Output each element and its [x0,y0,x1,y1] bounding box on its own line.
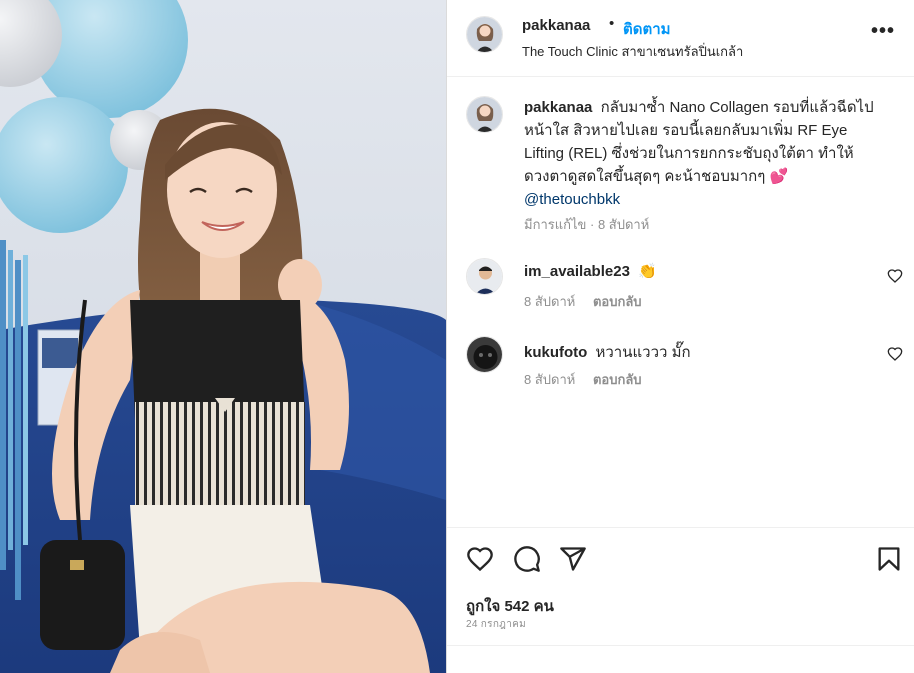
comment-meta: 8 สัปดาห์ ตอบกลับ [524,369,642,390]
author-username[interactable]: pakkanaa [522,17,590,34]
comment-text: 👏 [638,263,657,280]
comment-text: หวานแววว มั๊ก [595,344,691,361]
post-date: 24 กรกฎาคม [466,619,526,630]
reply-button[interactable]: ตอบกลับ [593,372,642,387]
caption-mention-link[interactable]: @thetouchbkk [524,191,620,208]
comment-item: kukufoto หวานแววว มั๊ก 8 สัปดาห์ ตอบกลับ [447,336,914,387]
comment-line: im_available23 👏 [524,262,657,280]
author-avatar[interactable] [466,16,503,53]
comment-meta: 8 สัปดาห์ ตอบกลับ [524,291,642,312]
comment-time: 8 สัปดาห์ [524,294,576,309]
caption-text-block: pakkanaa กลับมาซ้ำ Nano Collagen รอบที่แ… [524,96,884,211]
heart-icon[interactable] [466,545,494,573]
follow-button[interactable]: ติดตาม [623,17,671,41]
post-photo[interactable] [0,0,446,673]
post-details-panel: pakkanaa • ติดตาม The Touch Clinic สาขาเ… [446,0,914,673]
post-actions: ถูกใจ 542 คน 24 กรกฎาคม [447,527,914,673]
comment-icon[interactable] [513,545,541,573]
comment-item: im_available23 👏 8 สัปดาห์ ตอบกลับ [447,258,914,309]
more-options-icon[interactable]: ••• [871,20,895,43]
share-icon[interactable] [559,545,587,573]
comment-like-heart-icon[interactable] [887,346,903,362]
comment-line: kukufoto หวานแววว มั๊ก [524,340,691,364]
comment-like-heart-icon[interactable] [887,268,903,284]
separator-dot: • [609,15,615,32]
comment-username[interactable]: im_available23 [524,263,630,280]
caption-heart-emoji: 💕 [769,168,789,185]
caption-username[interactable]: pakkanaa [524,99,592,116]
commenter-avatar[interactable] [466,258,503,295]
caption-meta: มีการแก้ไข · 8 สัปดาห์ [524,217,650,232]
bookmark-icon[interactable] [875,545,903,573]
reply-button[interactable]: ตอบกลับ [593,294,642,309]
likes-count[interactable]: ถูกใจ 542 คน [466,594,554,618]
comment-username[interactable]: kukufoto [524,344,587,361]
comment-time: 8 สัปดาห์ [524,372,576,387]
caption-avatar[interactable] [466,96,503,133]
post-header: pakkanaa • ติดตาม The Touch Clinic สาขาเ… [447,0,914,77]
location-link[interactable]: The Touch Clinic สาขาเซนทรัลปิ่นเกล้า [522,41,743,62]
commenter-avatar[interactable] [466,336,503,373]
comment-input-area[interactable] [447,645,914,673]
